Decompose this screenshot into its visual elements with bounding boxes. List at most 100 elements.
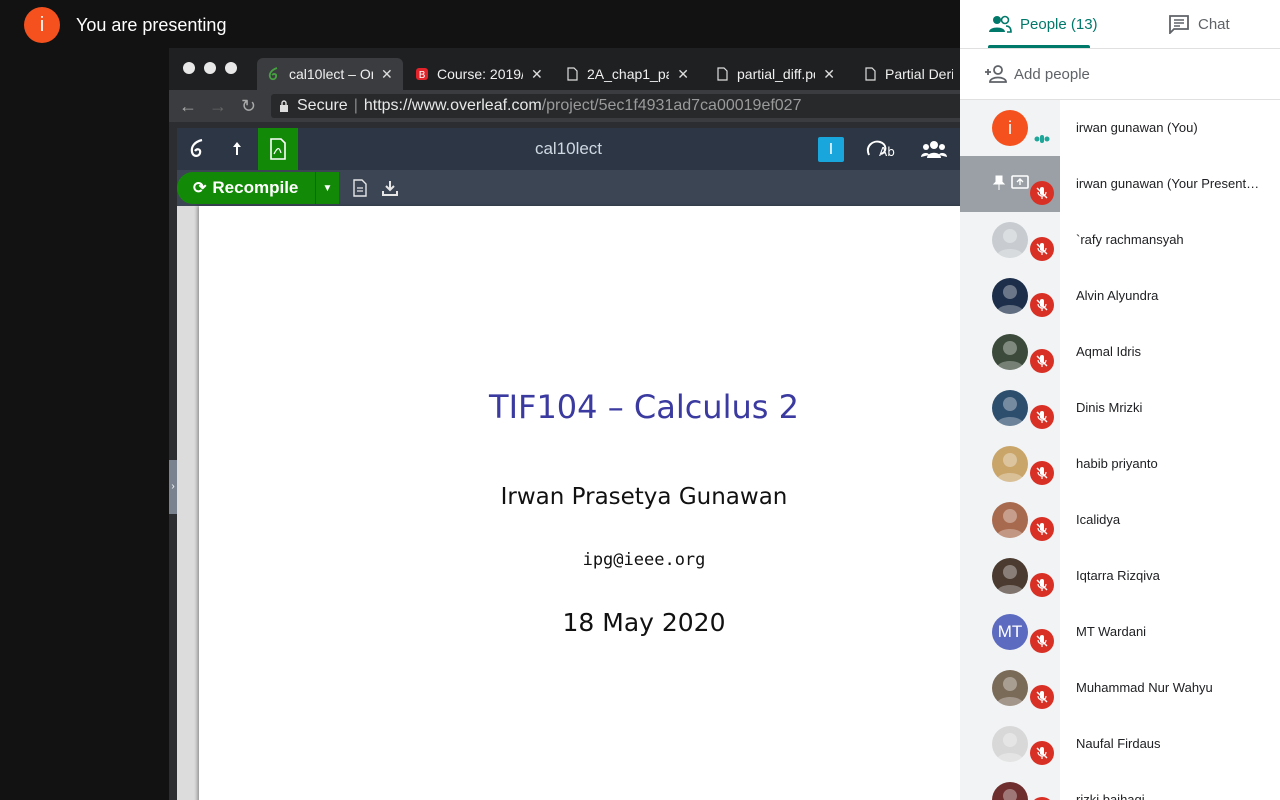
- participant-name: Icalidya: [1076, 512, 1121, 527]
- presenter-avatar: i: [24, 7, 60, 43]
- secure-label: Secure: [297, 97, 348, 114]
- avatar: [992, 670, 1028, 706]
- tab-divider: [960, 48, 1280, 49]
- avatar: [992, 446, 1028, 482]
- participant-name: Muhammad Nur Wahyu: [1076, 680, 1213, 695]
- screen: i You are presenting cal10lect – Online …: [0, 0, 1280, 800]
- slide-date: 18 May 2020: [562, 608, 726, 637]
- slide-author: Irwan Prasetya Gunawan: [500, 484, 788, 510]
- review-toggle[interactable]: I: [818, 137, 844, 162]
- browser-tab-bar: cal10lect – Online LaTeX Editor ✕ B Cour…: [169, 48, 960, 90]
- participant-name: MT Wardani: [1076, 624, 1147, 639]
- people-icon: [989, 15, 1012, 33]
- window-close-dot[interactable]: [183, 62, 195, 74]
- back-icon[interactable]: ←: [179, 96, 197, 117]
- logs-icon[interactable]: [351, 179, 369, 197]
- pdf-view-icon[interactable]: [258, 128, 298, 170]
- participant-row[interactable]: MT MT Wardani: [960, 604, 1280, 660]
- mic-off-icon: [1030, 685, 1054, 709]
- close-icon[interactable]: ✕: [823, 66, 835, 83]
- participant-row[interactable]: Alvin Alyundra: [960, 268, 1280, 324]
- avatar: i: [992, 110, 1028, 146]
- chevron-down-icon[interactable]: ▼: [315, 172, 339, 204]
- mic-off-icon: [1030, 629, 1054, 653]
- participant-name: Iqtarra Rizqiva: [1076, 568, 1160, 583]
- close-icon[interactable]: ✕: [531, 66, 543, 83]
- browser-tab-chap1[interactable]: 2A_chap1_partial ✕: [555, 58, 699, 90]
- window-maximize-dot[interactable]: [225, 62, 237, 74]
- tab-label: cal10lect – Online LaTeX Editor: [289, 66, 373, 82]
- participant-row[interactable]: rizki baihaqi: [960, 772, 1280, 800]
- document-icon: [567, 67, 578, 81]
- url-path: /project/5ec1f4931ad7ca00019ef027: [541, 97, 802, 114]
- presenting-label: You are presenting: [76, 14, 227, 35]
- participant-row[interactable]: `rafy rachmansyah: [960, 212, 1280, 268]
- pdf-viewer[interactable]: TIF104 – Calculus 2 Irwan Prasetya Gunaw…: [177, 206, 960, 800]
- recompile-label: Recompile: [212, 178, 299, 197]
- add-person-icon: [985, 65, 1007, 83]
- participant-row[interactable]: Aqmal Idris: [960, 324, 1280, 380]
- tab-label: Course: 2019/2020 TIF104: [437, 66, 523, 82]
- mic-off-icon: [1030, 237, 1054, 261]
- mic-off-icon: [1030, 181, 1054, 205]
- avatar: [992, 334, 1028, 370]
- avatar: [992, 782, 1028, 800]
- participant-row[interactable]: i irwan gunawan (You): [960, 100, 1280, 156]
- recompile-button[interactable]: ⟳ Recompile ▼: [177, 172, 339, 204]
- browser-tab-partial-derivatives[interactable]: Partial Derivatives: [853, 58, 960, 90]
- mic-off-icon: [1030, 517, 1054, 541]
- panel-expand-handle[interactable]: ›: [169, 460, 177, 514]
- participant-row[interactable]: Muhammad Nur Wahyu: [960, 660, 1280, 716]
- participant-name: Aqmal Idris: [1076, 344, 1142, 359]
- pdf-page: TIF104 – Calculus 2 Irwan Prasetya Gunaw…: [199, 206, 960, 800]
- participant-name: Naufal Firdaus: [1076, 736, 1161, 751]
- participant-row[interactable]: Iqtarra Rizqiva: [960, 548, 1280, 604]
- pin-present-icon: [992, 175, 1029, 190]
- mic-off-icon: [1030, 405, 1054, 429]
- avatar: [992, 278, 1028, 314]
- speaking-indicator-icon: [1034, 130, 1050, 148]
- participant-name: habib priyanto: [1076, 456, 1158, 471]
- mic-off-icon: [1030, 741, 1054, 765]
- share-users-icon[interactable]: [914, 128, 954, 170]
- participant-row[interactable]: Dinis Mrizki: [960, 380, 1280, 436]
- download-icon[interactable]: [381, 179, 399, 197]
- add-people-button[interactable]: Add people: [984, 62, 1090, 86]
- document-icon: [717, 67, 728, 81]
- people-tab-label: People (13): [1020, 15, 1098, 33]
- close-icon[interactable]: ✕: [677, 66, 689, 83]
- participant-row[interactable]: irwan gunawan (Your Presentation): [960, 156, 1280, 212]
- close-icon[interactable]: ✕: [381, 66, 393, 83]
- chat-icon: [1169, 15, 1189, 34]
- mic-off-icon: [1030, 573, 1054, 597]
- forward-icon[interactable]: →: [209, 96, 227, 117]
- upload-icon[interactable]: [217, 128, 257, 170]
- url-input[interactable]: Secure | https://www.overleaf.com/projec…: [271, 94, 960, 118]
- svg-text:B: B: [419, 70, 426, 81]
- overleaf-toolbar: cal10lect I Ab: [177, 128, 960, 170]
- tab-people[interactable]: People (13): [988, 0, 1098, 48]
- avatar: [992, 558, 1028, 594]
- track-changes-icon[interactable]: Ab: [860, 128, 900, 170]
- participant-name: irwan gunawan (You): [1076, 120, 1198, 135]
- participant-row[interactable]: habib priyanto: [960, 436, 1280, 492]
- tab-label: 2A_chap1_partial: [587, 66, 669, 82]
- mic-off-icon: [1030, 349, 1054, 373]
- svg-text:Ab: Ab: [879, 145, 895, 159]
- overleaf-logo-icon[interactable]: [177, 128, 217, 170]
- participant-row[interactable]: Icalidya: [960, 492, 1280, 548]
- window-minimize-dot[interactable]: [204, 62, 216, 74]
- participant-name: rizki baihaqi: [1076, 792, 1145, 800]
- tab-chat[interactable]: Chat: [1168, 0, 1230, 48]
- refresh-icon: ⟳: [193, 180, 207, 197]
- shared-browser-window: cal10lect – Online LaTeX Editor ✕ B Cour…: [169, 48, 960, 800]
- browser-tab-overleaf[interactable]: cal10lect – Online LaTeX Editor ✕: [257, 58, 403, 90]
- participant-row[interactable]: Naufal Firdaus: [960, 716, 1280, 772]
- tab-label: partial_diff.pdf: [737, 66, 815, 82]
- avatar: MT: [992, 614, 1028, 650]
- url-host: https://www.overleaf.com: [363, 97, 542, 114]
- browser-tab-partial-diff[interactable]: partial_diff.pdf ✕: [705, 58, 845, 90]
- pdf-toolbar: ⟳ Recompile ▼: [177, 170, 960, 206]
- reload-icon[interactable]: ↻: [241, 96, 256, 117]
- browser-tab-course[interactable]: B Course: 2019/2020 TIF104 ✕: [405, 58, 553, 90]
